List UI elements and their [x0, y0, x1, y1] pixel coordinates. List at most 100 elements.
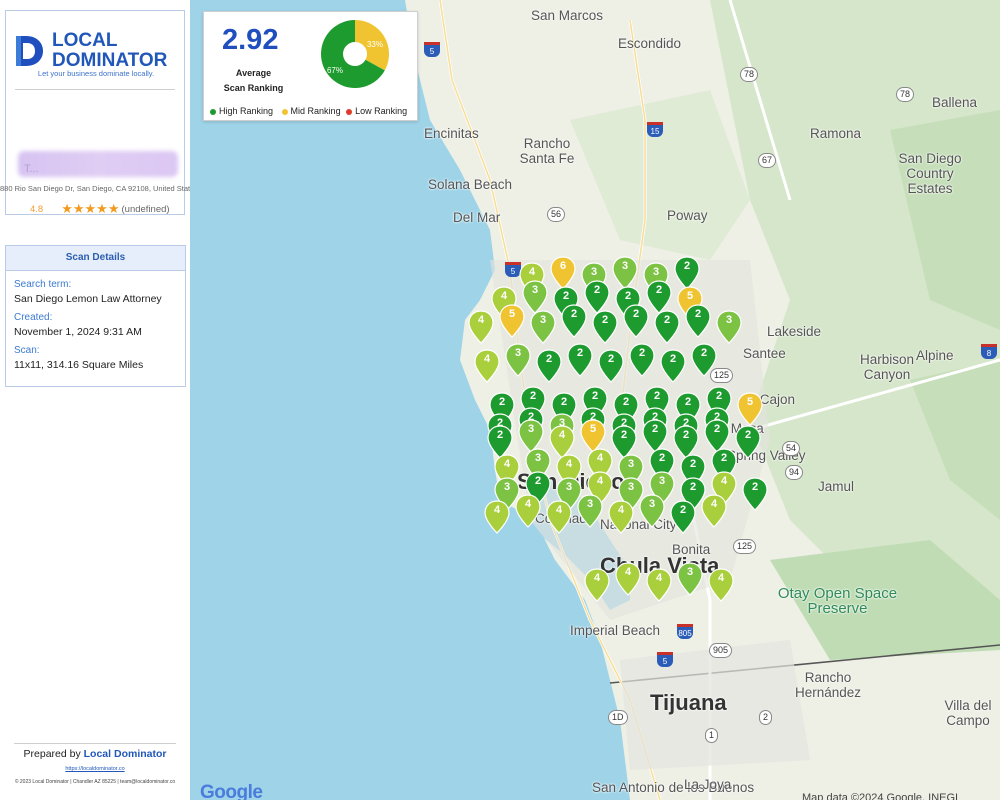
divider	[15, 89, 175, 90]
ranking-pin[interactable]: 3	[716, 310, 742, 344]
ranking-pin[interactable]: 2	[674, 256, 700, 290]
ranking-pin[interactable]: 3	[612, 256, 638, 290]
ranking-pin[interactable]: 2	[685, 304, 711, 338]
ranking-pin[interactable]: 4	[484, 500, 510, 534]
ranking-pin[interactable]: 4	[608, 500, 634, 534]
ranking-pin-value: 3	[725, 314, 733, 326]
interstate-5-icon: 5	[424, 42, 440, 57]
ranking-pin[interactable]: 3	[505, 343, 531, 377]
ranking-pin[interactable]: 4	[646, 568, 672, 602]
map-place-label: Poway	[667, 208, 708, 223]
ranking-pin[interactable]: 6	[550, 256, 576, 290]
ranking-pin[interactable]: 2	[654, 310, 680, 344]
route-shield-78: 78	[896, 87, 915, 102]
ranking-pin-value: 4	[565, 458, 573, 470]
legend-low-dot	[346, 108, 353, 115]
google-logo: Google	[200, 782, 263, 800]
ranking-pin-value: 4	[524, 498, 532, 510]
ranking-pin[interactable]: 3	[530, 310, 556, 344]
ranking-pin-value: 2	[715, 390, 723, 402]
ranking-pin-value: 3	[627, 481, 635, 493]
ranking-pin[interactable]: 2	[660, 349, 686, 383]
ranking-pin-value: 2	[638, 347, 646, 359]
ranking-pin[interactable]: 2	[735, 425, 761, 459]
ranking-pin[interactable]: 3	[577, 494, 603, 528]
ranking-pin-value: 2	[620, 429, 628, 441]
ranking-pin[interactable]: 3	[677, 562, 703, 596]
map-place-label: Harbison Canyon	[859, 352, 915, 382]
ranking-pin[interactable]: 2	[629, 343, 655, 377]
map-place-label: Jamul	[818, 479, 855, 494]
ranking-pin[interactable]: 5	[737, 392, 763, 426]
ranking-pin-value: 4	[717, 572, 725, 584]
ranking-pin[interactable]: 2	[670, 500, 696, 534]
ranking-pin[interactable]: 2	[623, 304, 649, 338]
ranking-pin[interactable]: 2	[561, 304, 587, 338]
legend-high-dot	[210, 108, 216, 115]
ranking-pin[interactable]: 4	[515, 494, 541, 528]
ranking-pin[interactable]: 2	[742, 477, 768, 511]
ranking-pin-value: 3	[590, 266, 598, 278]
rating-row: 4.8 ★★★★★ (undefined)	[30, 201, 170, 217]
ranking-pin[interactable]: 2	[584, 280, 610, 314]
created-value: November 1, 2024 9:31 AM	[14, 326, 142, 338]
ranking-pin[interactable]: 2	[567, 343, 593, 377]
route-shield-125: 125	[733, 539, 757, 554]
ranking-pin-value: 2	[682, 429, 690, 441]
ranking-pin-value: 5	[746, 396, 754, 408]
map-place-label: Solana Beach	[428, 177, 513, 192]
ranking-pin[interactable]: 4	[468, 310, 494, 344]
ranking-pin-value: 5	[508, 308, 516, 320]
ranking-pin-value: 2	[498, 396, 506, 408]
ranking-pin-value: 3	[658, 475, 666, 487]
prepared-prefix: Prepared by	[23, 748, 84, 760]
interstate-15-icon: 15	[647, 122, 663, 137]
ranking-pin-value: 2	[591, 390, 599, 402]
ranking-pin-value: 5	[686, 290, 694, 302]
ranking-pin[interactable]: 5	[499, 304, 525, 338]
ranking-pin-value: 4	[503, 458, 511, 470]
ranking-pin-value: 3	[586, 498, 594, 510]
ranking-pin-value: 3	[527, 423, 535, 435]
ranking-pin[interactable]: 2	[691, 343, 717, 377]
ranking-pin[interactable]: 4	[708, 568, 734, 602]
ranking-pin-value: 4	[593, 572, 601, 584]
ranking-pin[interactable]: 2	[592, 310, 618, 344]
ranking-pin-value: 4	[596, 475, 604, 487]
ranking-pin-value: 2	[663, 314, 671, 326]
prepared-by: Prepared by Local Dominator	[0, 748, 190, 760]
ranking-pin-value: 5	[589, 423, 597, 435]
map-place-label: Imperial Beach	[570, 623, 661, 638]
map-place-label: San Diego Country Estates	[898, 151, 962, 196]
ranking-legend: High Ranking Mid Ranking Low Ranking	[210, 106, 407, 116]
ranking-pin[interactable]: 4	[474, 349, 500, 383]
ranking-pin-value: 2	[593, 284, 601, 296]
footer-link[interactable]: https://localdominator.co	[0, 766, 190, 772]
ranking-pin[interactable]: 2	[598, 349, 624, 383]
ranking-pin[interactable]: 4	[701, 494, 727, 528]
ranking-pin[interactable]: 2	[646, 280, 672, 314]
ranking-pin-value: 4	[483, 353, 491, 365]
ranking-pin-value: 2	[562, 290, 570, 302]
ranking-pin-value: 4	[500, 290, 508, 302]
ranking-pin-value: 4	[528, 266, 536, 278]
legend-mid-dot	[281, 108, 288, 115]
ranking-pin-value: 2	[658, 452, 666, 464]
ranking-pin-value: 2	[607, 353, 615, 365]
divider	[14, 743, 176, 744]
star-rating-icon: ★★★★★	[61, 201, 120, 216]
map-place-label: Rancho Santa Fe	[519, 136, 575, 166]
ranking-pin[interactable]: 4	[584, 568, 610, 602]
route-shield-1: 1	[705, 728, 719, 743]
ranking-pin[interactable]: 4	[546, 500, 572, 534]
ranking-pin[interactable]: 4	[615, 562, 641, 596]
ranking-pin[interactable]: 3	[639, 494, 665, 528]
ranking-pin-value: 3	[648, 498, 656, 510]
ranking-pin[interactable]: 2	[536, 349, 562, 383]
map-place-label: Alpine	[916, 348, 954, 363]
ranking-pin[interactable]: 3	[522, 280, 548, 314]
ranking-pin-value: 2	[744, 429, 752, 441]
ranking-pin-value: 4	[493, 504, 501, 516]
prepared-brand: Local Dominator	[83, 748, 167, 760]
scan-details-title: Scan Details	[6, 246, 185, 271]
